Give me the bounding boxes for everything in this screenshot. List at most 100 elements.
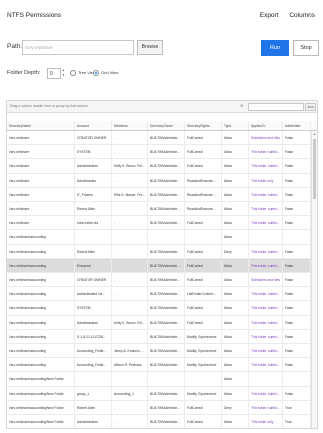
path-label: Path: [7, 43, 23, 50]
tree-view-radio[interactable] [70, 70, 76, 76]
table-cell: True [283, 400, 311, 414]
table-cell: Allow [222, 358, 249, 372]
scroll-up-icon[interactable]: ▲ [313, 132, 316, 136]
table-row[interactable]: \\srv-mt\share CREATOR OWNER - BUILTIN\Admi… [7, 131, 317, 146]
table-cell: \\srv-mt\share\accounting [7, 244, 75, 258]
table-cell: This folder, subfol... [249, 202, 283, 216]
table-cell: \\srv-mt\share\accounting\New Folder [7, 400, 75, 414]
table-cell: BUILTIN\Administr... [148, 358, 185, 372]
table-cell: Kelly K. Saxon, Fel... [112, 159, 148, 173]
table-cell: False [283, 329, 311, 343]
column-header[interactable]: IsInherited [283, 121, 311, 130]
table-cell: Modify, Synchronize [185, 386, 222, 400]
table-cell: \\srv-mt\share [7, 173, 75, 187]
column-header[interactable]: DirectoryOwner [148, 121, 185, 130]
find-button[interactable]: Find [305, 103, 316, 111]
table-cell: BUILTIN\Administr... [148, 244, 185, 258]
table-cell: Everyone [75, 258, 112, 272]
table-row[interactable]: \\srv-mt\share\accounting Authenticated U… [7, 287, 317, 302]
table-row[interactable]: \\srv-mt\share\accounting Robert.Allen - BU… [7, 244, 317, 259]
table-cell: Allow [222, 315, 249, 329]
table-row[interactable]: \\srv-mt\share IT_Folders Effie E. Mason, … [7, 187, 317, 202]
column-header[interactable]: DirectoryName [7, 121, 75, 130]
table-row[interactable]: \\srv-mt\share\accounting Administrators K… [7, 315, 317, 330]
stop-button[interactable]: Stop [293, 40, 319, 56]
table-row[interactable]: \\srv-mt\share SYSTEM - BUILTIN\Administr..… [7, 145, 317, 160]
table-cell: FullControl [185, 400, 222, 414]
column-header[interactable]: Type [222, 121, 249, 130]
table-row[interactable]: \\srv-mt\share\accounting Accounting_Fold… [7, 344, 317, 359]
table-cell: BUILTIN\Administr... [148, 273, 185, 287]
table-cell [185, 372, 222, 386]
table-row[interactable]: \\srv-mt\share\accounting SYSTEM - BUILTIN\… [7, 301, 317, 316]
table-row[interactable]: \\srv-mt\share\accounting\New Folder Admi… [7, 415, 317, 428]
table-cell: IT_Folders [75, 187, 112, 201]
table-row[interactable]: \\srv-mt\share Administrator - BUILTIN\Admi… [7, 173, 317, 188]
table-cell [185, 230, 222, 244]
table-cell: False [283, 273, 311, 287]
table-cell: This folder, subfol... [249, 216, 283, 230]
table-cell: BUILTIN\Administr... [148, 187, 185, 201]
column-header[interactable]: AppliesTo [249, 121, 283, 130]
table-cell: FullControl [185, 315, 222, 329]
table-cell: False [283, 216, 311, 230]
table-cell: Robert.Allen [75, 202, 112, 216]
column-header[interactable]: Account [75, 121, 112, 130]
table-cell: \\srv-mt\share [7, 145, 75, 159]
table-row[interactable]: \\srv-mt\share\accounting S-1-5-21-111722… [7, 329, 317, 344]
table-cell: Subfolders and files [249, 131, 283, 145]
grid-view-radio[interactable] [93, 70, 99, 76]
table-cell [112, 372, 148, 386]
table-cell: Allow [222, 372, 249, 386]
table-cell: This folder, subfol... [249, 315, 283, 329]
table-cell: False [283, 258, 311, 272]
table-row[interactable]: \\srv-mt\share\accounting\New Folder Robe… [7, 400, 317, 415]
table-cell: Jenny A. Knutson, ... [112, 344, 148, 358]
table-cell: False [283, 202, 311, 216]
group-by-bar[interactable]: Drag a column header here to group by th… [7, 101, 317, 113]
table-cell: CREATOR OWNER [75, 131, 112, 145]
table-cell: False [283, 287, 311, 301]
table-row[interactable]: \\srv-mt\share robert.allen.da - BUILTIN\Ad… [7, 216, 317, 231]
folder-depth-input[interactable]: 0 [47, 68, 61, 79]
table-row[interactable]: \\srv-mt\share\accounting Accounting_Fold… [7, 358, 317, 373]
table-row[interactable]: \\srv-mt\share\accounting Allow [7, 230, 317, 245]
column-header[interactable]: DirectoryRights [185, 121, 222, 130]
table-row[interactable]: \\srv-mt\share\accounting Everyone - BUILTI… [7, 258, 317, 273]
path-input[interactable]: \\srv-mt\share [22, 40, 134, 55]
table-cell: FullControl [185, 145, 222, 159]
vertical-scrollbar[interactable]: ▲ [311, 131, 317, 428]
table-cell: False [283, 187, 311, 201]
table-cell: FullControl [185, 273, 222, 287]
table-cell [148, 372, 185, 386]
depth-stepper-icon[interactable]: ▲ ▼ [61, 68, 66, 79]
browse-button[interactable]: Browse [137, 40, 163, 55]
table-cell: Allow [222, 159, 249, 173]
table-row[interactable]: \\srv-mt\share\accounting\New Folder Allo… [7, 372, 317, 387]
table-row[interactable]: \\srv-mt\share\accounting CREATOR OWNER - B… [7, 273, 317, 288]
table-cell: Subfolders and files [249, 273, 283, 287]
table-row[interactable]: \\srv-mt\share\accounting\New Folder grou… [7, 386, 317, 401]
table-cell: - [112, 202, 148, 216]
columns-button[interactable]: Columns [289, 12, 315, 19]
column-header[interactable]: Members [112, 121, 148, 130]
table-row[interactable]: \\srv-mt\share Administrators Kelly K. Sax… [7, 159, 317, 174]
table-cell: BUILTIN\Administr... [148, 159, 185, 173]
table-cell: SYSTEM [75, 301, 112, 315]
table-cell: \\srv-mt\share\accounting [7, 301, 75, 315]
run-button[interactable]: Run [261, 40, 289, 56]
table-row[interactable]: \\srv-mt\share Robert.Allen - BUILTIN\Admin… [7, 202, 317, 217]
table-cell: Allow [222, 344, 249, 358]
close-icon[interactable]: ✕ [240, 103, 243, 108]
table-cell: - [112, 173, 148, 187]
table-cell [75, 372, 112, 386]
find-input[interactable] [248, 103, 304, 111]
export-button[interactable]: Export [260, 12, 279, 19]
scroll-thumb[interactable] [313, 139, 316, 199]
table-cell: BUILTIN\Administr... [148, 315, 185, 329]
table-cell: \\srv-mt\share [7, 187, 75, 201]
table-cell: - [112, 400, 148, 414]
table-cell [112, 230, 148, 244]
table-cell: BUILTIN\Administr... [148, 386, 185, 400]
table-cell: ReadAndExecute, ... [185, 202, 222, 216]
